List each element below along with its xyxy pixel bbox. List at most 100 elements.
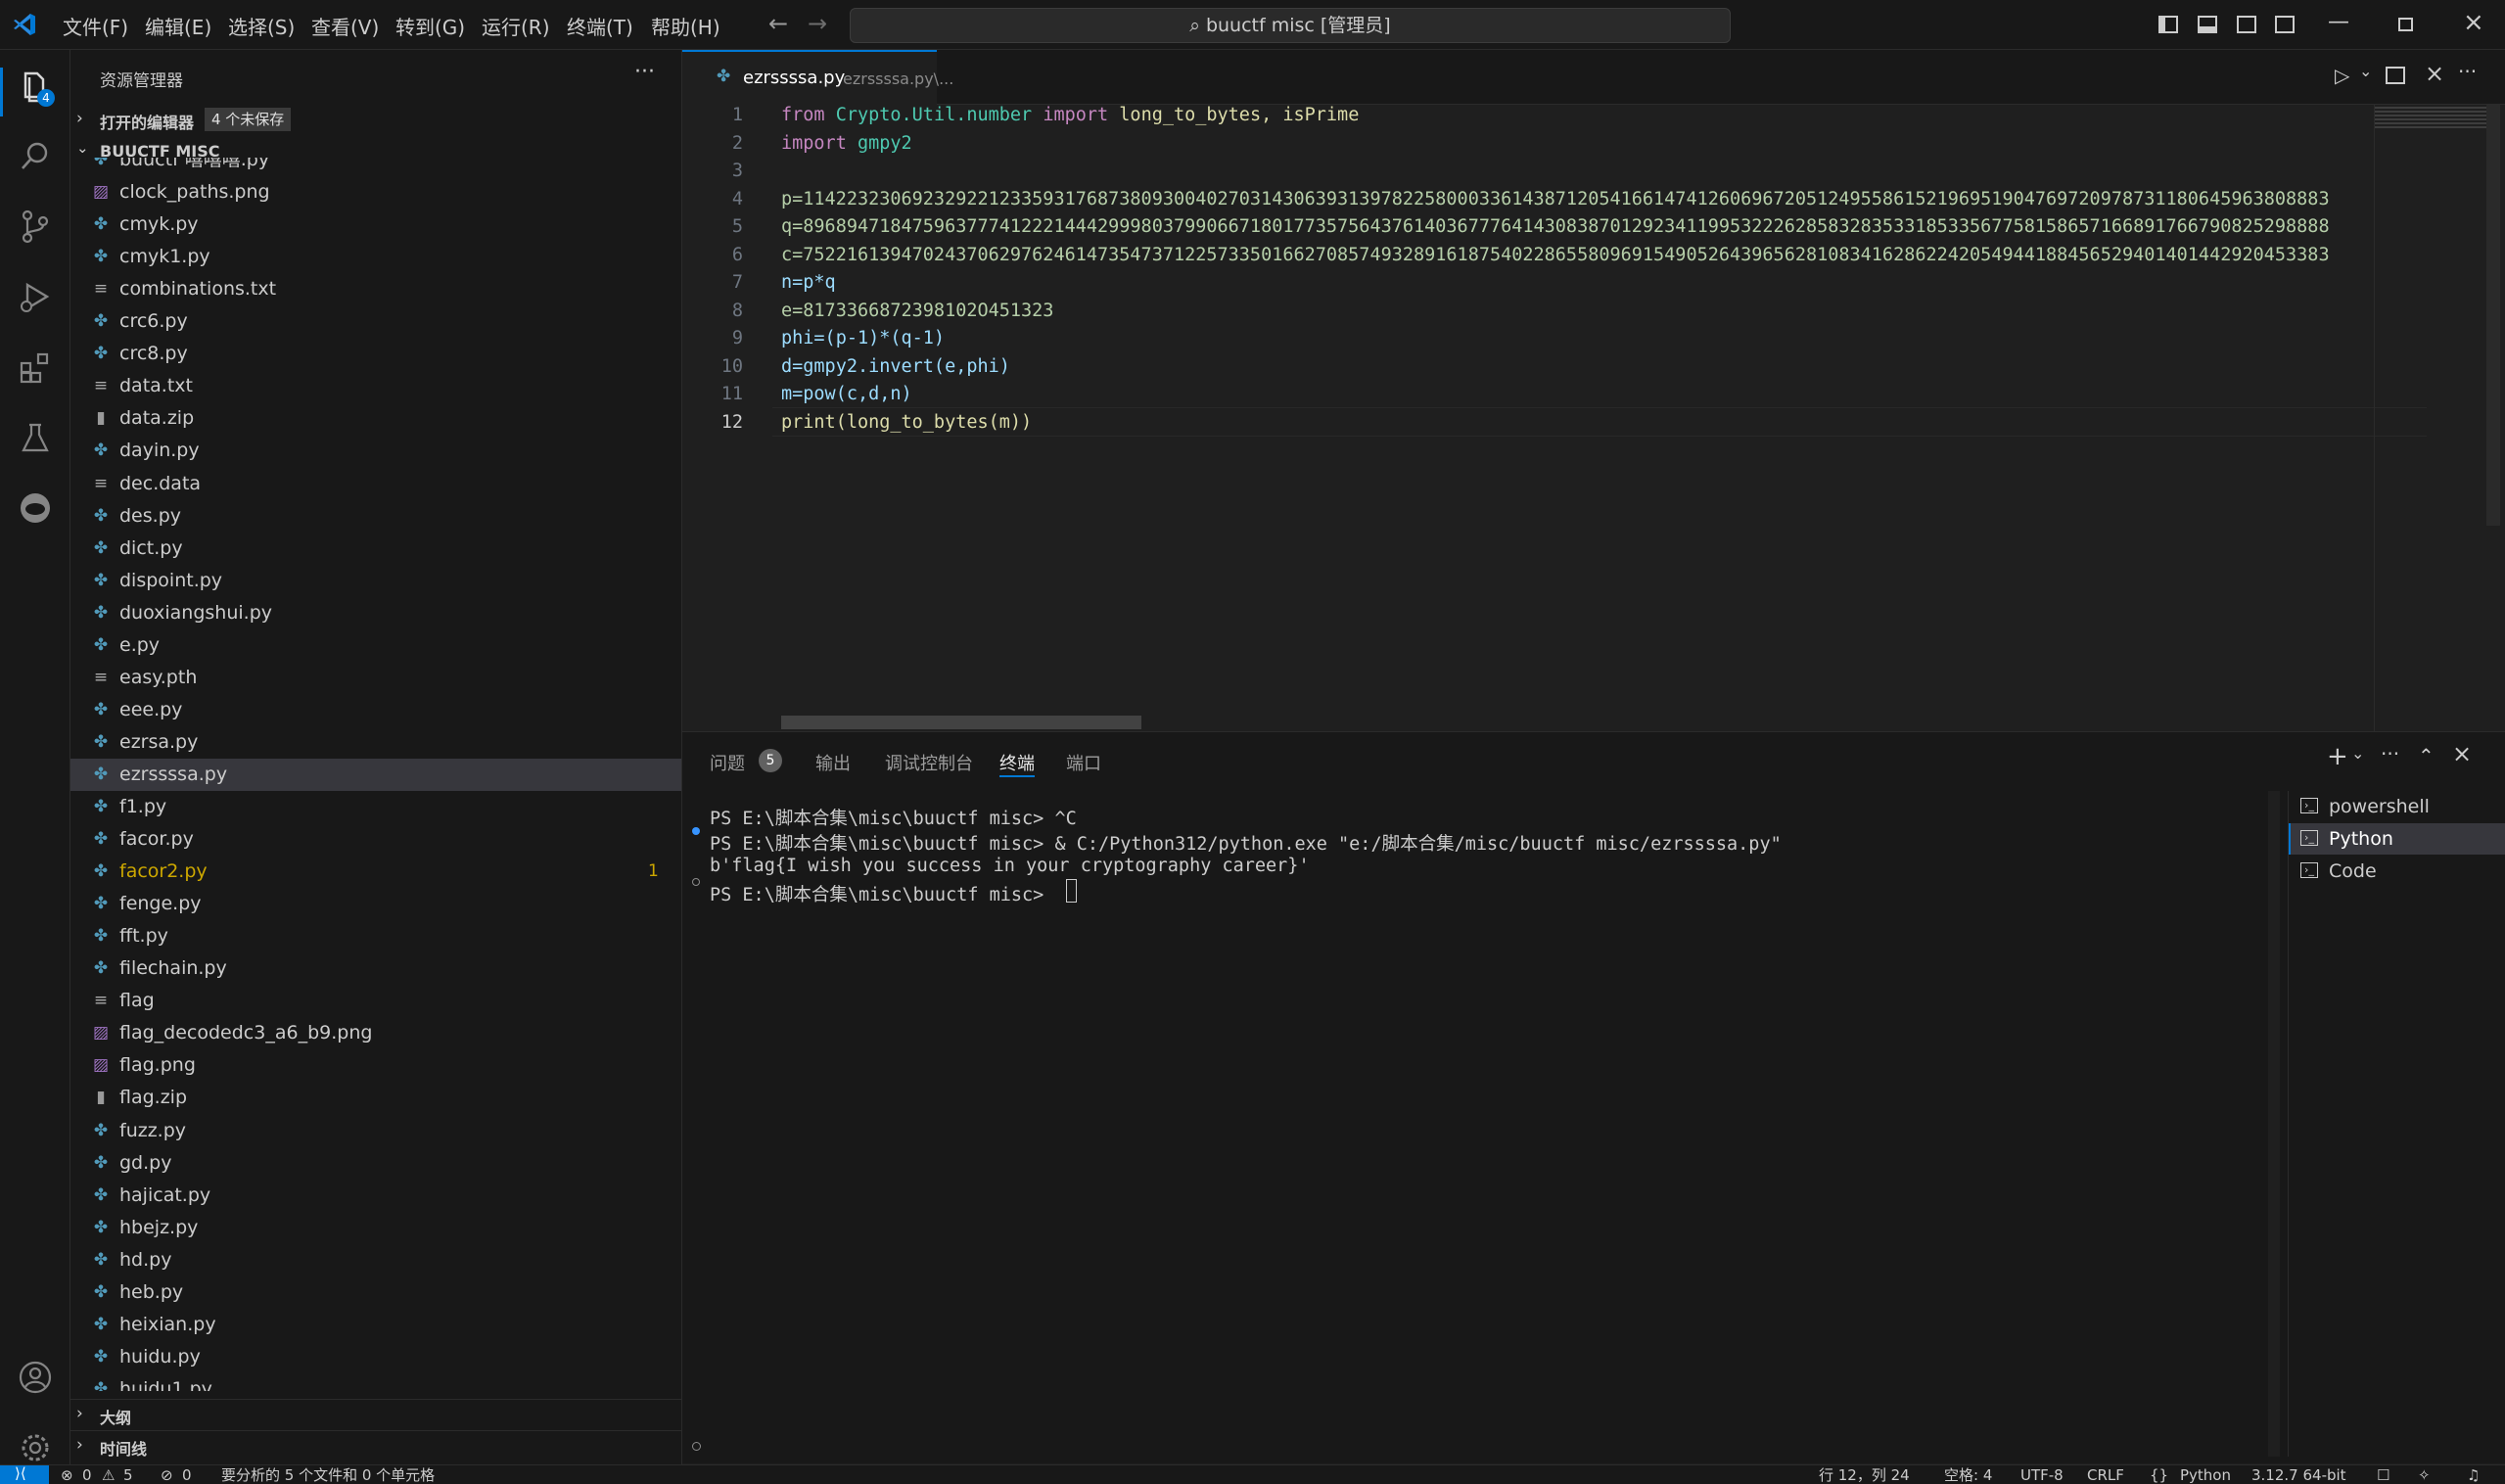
menu-edit[interactable]: 编辑(E)	[145, 12, 211, 40]
terminal-dropdown-chevron-icon[interactable]: ⌄	[2351, 744, 2364, 763]
file-tree-item[interactable]: ✤ facor2.py 1	[70, 856, 681, 888]
run-file-icon[interactable]: ▷	[2335, 64, 2349, 87]
encoding[interactable]: UTF-8	[2020, 1465, 2064, 1484]
editor-more-icon[interactable]: ···	[2458, 60, 2477, 83]
file-tree-item[interactable]: ▨ flag_decodedc3_a6_b9.png	[70, 1017, 681, 1049]
minimap[interactable]	[2374, 105, 2491, 731]
terminal-output[interactable]: PS E:\脚本合集\misc\buuctf misc> ^C PS E:\脚本…	[682, 791, 2268, 1457]
restore-icon[interactable]	[2398, 18, 2413, 31]
line-ending[interactable]: CRLF	[2087, 1465, 2124, 1484]
file-tree-item[interactable]: ✤ ezrsa.py	[70, 726, 681, 759]
terminal-item-code[interactable]: ›_ Code	[2289, 856, 2505, 887]
split-editor-icon[interactable]	[2386, 67, 2405, 84]
file-tree-item[interactable]: ✤ buuctf 嘻嘻嘻.py	[70, 158, 681, 176]
terminal-scrollbar[interactable]	[2268, 791, 2280, 1457]
language-mode[interactable]: Python	[2180, 1465, 2231, 1484]
outline-header[interactable]: › 大纲	[70, 1399, 681, 1428]
file-tree-item[interactable]: ✤ e.py	[70, 629, 681, 662]
python-interpreter[interactable]: 3.12.7 64-bit	[2251, 1465, 2346, 1484]
file-tree-item[interactable]: ✤ hd.py	[70, 1244, 681, 1276]
file-tree-item[interactable]: ≡ dec.data	[70, 468, 681, 500]
remote-indicator[interactable]: ⟩⟨	[0, 1465, 49, 1484]
file-tree-item[interactable]: ▮ flag.zip	[70, 1082, 681, 1114]
customize-layout-icon[interactable]	[2275, 16, 2295, 33]
new-terminal-plus-icon[interactable]: +	[2327, 742, 2348, 771]
ports-icon[interactable]: ⊘	[161, 1465, 173, 1484]
timeline-header[interactable]: › 时间线	[70, 1430, 681, 1460]
explorer-icon[interactable]: 4	[16, 68, 55, 107]
error-icon[interactable]: ⊗	[61, 1465, 73, 1484]
vertical-scrollbar[interactable]	[2486, 105, 2500, 526]
menu-file[interactable]: 文件(F)	[63, 12, 128, 40]
file-tree-item[interactable]: ✤ crc8.py	[70, 338, 681, 370]
file-tree-item[interactable]: ✤ dispoint.py	[70, 565, 681, 597]
warning-icon[interactable]: ⚠	[102, 1465, 115, 1484]
file-tree-item[interactable]: ✤ heixian.py	[70, 1309, 681, 1341]
file-tree-item[interactable]: ✤ eee.py	[70, 694, 681, 726]
file-tree-item[interactable]: ✤ dayin.py	[70, 435, 681, 467]
more-actions-icon[interactable]: ···	[634, 60, 655, 84]
accounts-icon[interactable]	[16, 1358, 55, 1397]
file-tree-item[interactable]: ✤ gd.py	[70, 1147, 681, 1180]
menu-run[interactable]: 运行(R)	[482, 12, 550, 40]
extensions-icon[interactable]	[16, 348, 55, 387]
notifications-bell-icon[interactable]: ♫	[2467, 1465, 2480, 1484]
feedback-icon[interactable]: ☐	[2377, 1465, 2389, 1484]
file-tree-item[interactable]: ✤ fft.py	[70, 920, 681, 952]
file-tree-item[interactable]: ✤ dict.py	[70, 533, 681, 565]
toggle-primary-sidebar-icon[interactable]	[2158, 16, 2178, 33]
tab-output[interactable]: 输出	[815, 750, 851, 775]
indentation[interactable]: 空格: 4	[1944, 1465, 1992, 1484]
file-tree-item[interactable]: ≡ data.txt	[70, 370, 681, 402]
terminal-item-python[interactable]: ›_ Python	[2289, 823, 2505, 855]
menu-go[interactable]: 转到(G)	[395, 12, 465, 40]
file-tree-item[interactable]: ✤ hbejz.py	[70, 1212, 681, 1244]
run-dropdown-chevron-icon[interactable]: ⌄	[2359, 62, 2372, 80]
remote-explorer-icon[interactable]	[16, 488, 55, 528]
run-debug-icon[interactable]	[16, 277, 55, 316]
close-panel-icon[interactable]: ×	[2452, 740, 2472, 767]
file-tree-item[interactable]: ≡ flag	[70, 985, 681, 1017]
copilot-icon[interactable]: ✧	[2418, 1465, 2431, 1484]
file-tree-item[interactable]: ✤ heb.py	[70, 1276, 681, 1309]
file-tree-item[interactable]: ✤ fuzz.py	[70, 1115, 681, 1147]
close-window-icon[interactable]: ×	[2463, 8, 2484, 37]
analysis-status[interactable]: 要分析的 5 个文件和 0 个单元格	[221, 1465, 435, 1484]
file-tree-item[interactable]: ✤ crc6.py	[70, 305, 681, 338]
tab-ezrssssa[interactable]: ✤ ezrssssa.py ezrssssa.py\...	[682, 50, 953, 105]
panel-more-icon[interactable]: ···	[2381, 742, 2399, 765]
terminal-item-powershell[interactable]: ›_ powershell	[2289, 791, 2505, 822]
minimize-icon[interactable]: —	[2328, 10, 2349, 34]
menu-help[interactable]: 帮助(H)	[651, 12, 720, 40]
file-tree-item[interactable]: ▨ flag.png	[70, 1049, 681, 1082]
source-control-icon[interactable]	[16, 207, 55, 246]
file-tree-item[interactable]: ✤ filechain.py	[70, 952, 681, 985]
back-arrow-icon[interactable]: ←	[768, 10, 788, 37]
file-tree-item[interactable]: ≡ combinations.txt	[70, 273, 681, 305]
testing-flask-icon[interactable]	[16, 418, 55, 457]
file-tree-item[interactable]: ✤ cmyk1.py	[70, 241, 681, 273]
tab-problems[interactable]: 问题	[710, 750, 745, 775]
cursor-position[interactable]: 行 12，列 24	[1819, 1465, 1910, 1484]
close-editor-icon[interactable]: ×	[2425, 60, 2444, 87]
menu-view[interactable]: 查看(V)	[311, 12, 379, 40]
menu-terminal[interactable]: 终端(T)	[567, 12, 633, 40]
file-tree-item[interactable]: ✤ cmyk.py	[70, 209, 681, 241]
toggle-panel-icon[interactable]	[2198, 16, 2217, 33]
file-tree-item[interactable]: ≡ easy.pth	[70, 662, 681, 694]
file-tree-item[interactable]: ▮ data.zip	[70, 402, 681, 435]
file-tree-item[interactable]: ✤ facor.py	[70, 823, 681, 856]
file-tree-item[interactable]: ✤ huidu.py	[70, 1341, 681, 1373]
tab-terminal[interactable]: 终端	[999, 750, 1035, 775]
tab-debug-console[interactable]: 调试控制台	[885, 750, 973, 775]
command-center-search[interactable]: ⌕ buuctf misc [管理员]	[850, 8, 1731, 43]
file-tree-item[interactable]: ✤ f1.py	[70, 791, 681, 823]
tab-ports[interactable]: 端口	[1066, 750, 1101, 775]
file-tree-item[interactable]: ✤ duoxiangshui.py	[70, 597, 681, 629]
horizontal-scrollbar[interactable]	[781, 716, 1141, 729]
file-tree-item[interactable]: ✤ fenge.py	[70, 888, 681, 920]
toggle-secondary-sidebar-icon[interactable]	[2237, 16, 2256, 33]
file-tree-item[interactable]: ✤ ezrssssa.py	[70, 758, 681, 791]
open-editors-header[interactable]: › 打开的编辑器 4 个未保存	[70, 105, 681, 134]
settings-gear-icon[interactable]	[16, 1428, 55, 1467]
